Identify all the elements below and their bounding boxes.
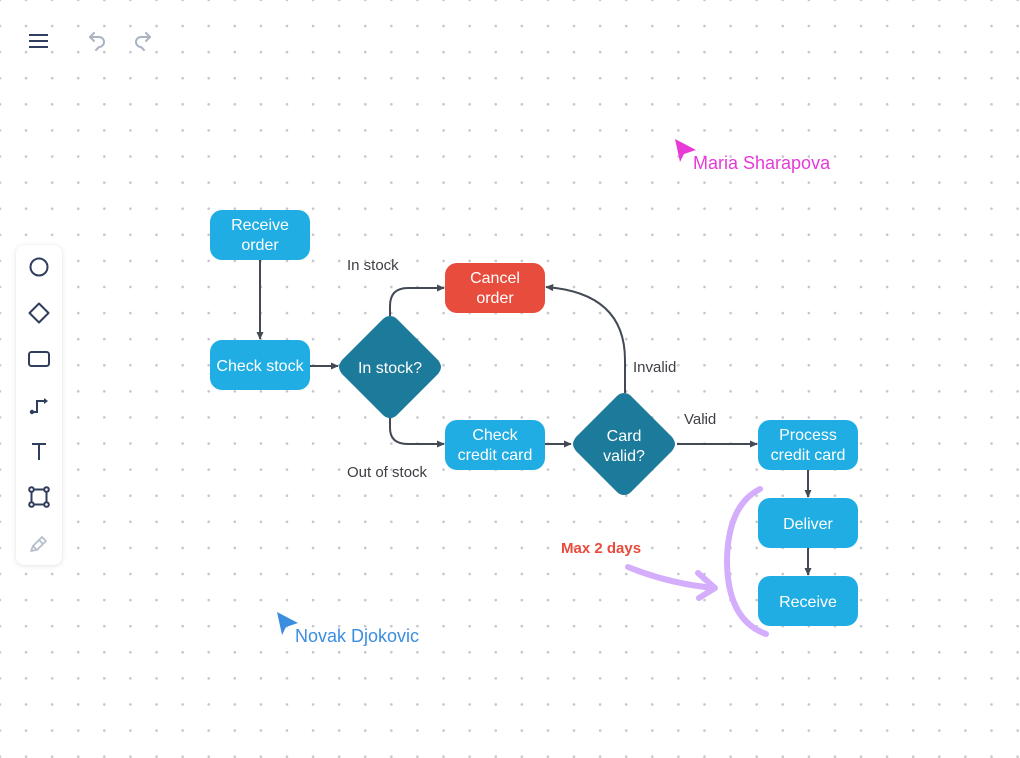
node-label: Receive	[779, 594, 837, 611]
node-check-stock[interactable]: Check stock	[210, 340, 310, 390]
node-label: valid?	[603, 448, 645, 465]
node-check-credit-card[interactable]: Check credit card	[445, 420, 545, 470]
node-label: credit card	[771, 447, 846, 464]
edge-in-stock-to-check-credit-card[interactable]	[389, 418, 445, 448]
diagram-canvas: Receive order Check stock In stock? Canc…	[210, 139, 858, 637]
node-label: order	[241, 237, 279, 254]
node-label: Check stock	[216, 358, 304, 375]
node-label: Cancel	[470, 270, 520, 287]
edge-in-stock-to-cancel-order[interactable]	[389, 284, 445, 316]
node-card-valid-decision[interactable]: Card valid?	[573, 393, 675, 495]
edge-card-valid-to-cancel-order[interactable]	[545, 283, 626, 393]
node-label: Check	[472, 427, 518, 444]
annotation-note[interactable]: Max 2 days	[561, 540, 641, 557]
annotation-arrow-stroke[interactable]	[625, 564, 718, 601]
node-label: Card	[607, 428, 642, 445]
node-label: Receive	[231, 217, 289, 234]
node-cancel-order[interactable]: Cancel order	[445, 263, 545, 313]
node-label: order	[476, 290, 514, 307]
node-receive-order[interactable]: Receive order	[210, 210, 310, 260]
node-label: In stock?	[358, 360, 422, 377]
collaborator-label-maria: Maria Sharapova	[693, 153, 831, 173]
node-label: Process	[779, 427, 837, 444]
node-label: credit card	[458, 447, 533, 464]
edge-label-invalid: Invalid	[633, 359, 676, 376]
node-deliver[interactable]: Deliver	[758, 498, 858, 548]
edge-label-in-stock: In stock	[347, 257, 399, 274]
node-label: Deliver	[783, 516, 833, 533]
node-in-stock-decision[interactable]: In stock?	[339, 316, 441, 418]
edge-label-valid: Valid	[684, 411, 716, 428]
collaborator-label-novak: Novak Djokovic	[295, 626, 420, 646]
edge-label-out-of-stock: Out of stock	[347, 464, 428, 481]
node-receive[interactable]: Receive	[758, 576, 858, 626]
node-process-credit-card[interactable]: Process credit card	[758, 420, 858, 470]
